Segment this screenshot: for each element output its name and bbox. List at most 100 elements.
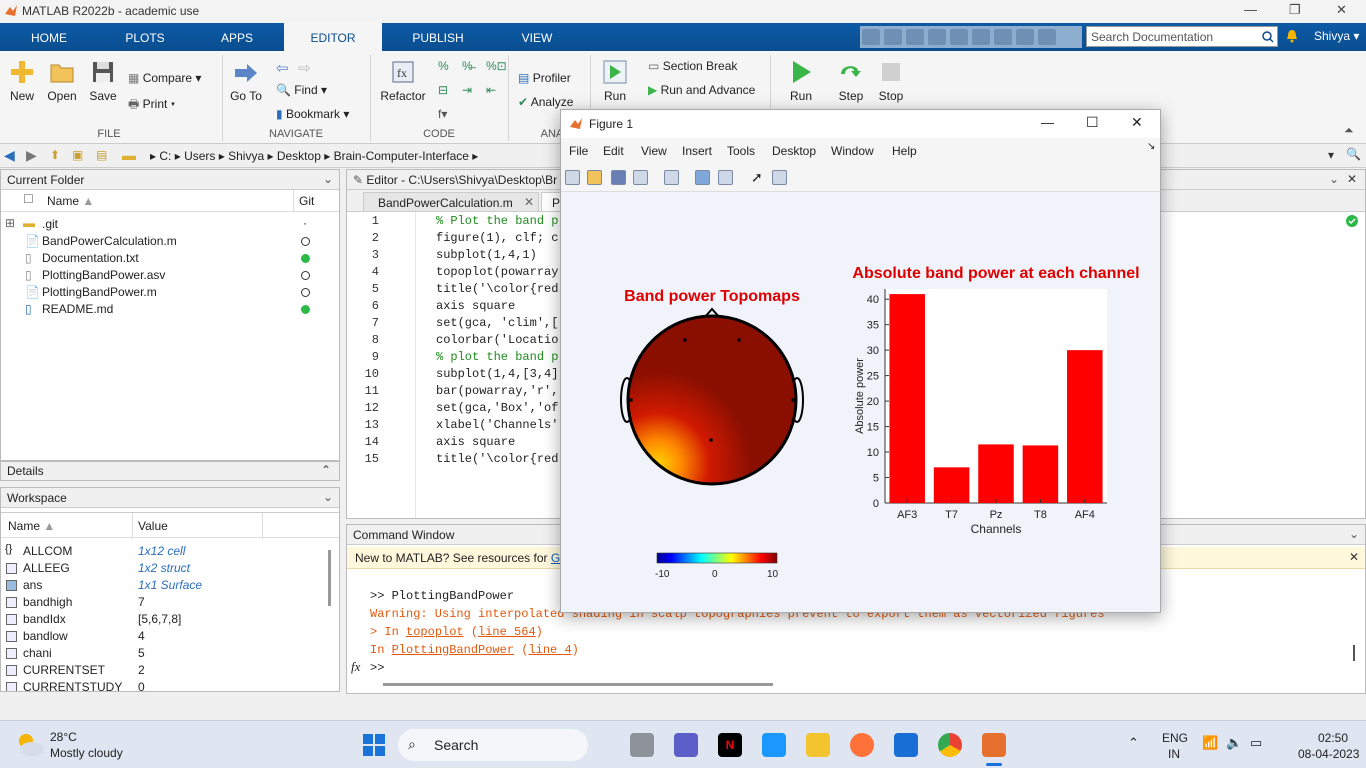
open-button[interactable]: Open [45, 59, 79, 103]
column-name[interactable]: Name ▲ [8, 519, 55, 533]
stack-function-link[interactable]: topoplot [406, 625, 464, 639]
stack-function-link[interactable]: PlottingBandPower [392, 643, 514, 657]
find-files-icon[interactable]: ▤ [96, 148, 107, 162]
language-label[interactable]: ENG [1162, 731, 1188, 745]
netflix-icon[interactable]: N [718, 733, 742, 757]
expand-icon[interactable]: ⊞ [5, 216, 15, 230]
fx-icon[interactable]: fx [351, 659, 360, 675]
cursor-pointer-icon[interactable]: ➚ [751, 169, 763, 186]
workspace-scrollbar[interactable] [328, 550, 331, 606]
maximize-icon[interactable]: ☐ [1086, 114, 1099, 131]
clock-time[interactable]: 02:50 [1318, 731, 1348, 745]
comment-add-icon[interactable]: %̶ [462, 59, 473, 73]
tab-home[interactable]: HOME [18, 23, 80, 51]
close-tab-icon[interactable]: ✕ [524, 195, 534, 209]
volume-icon[interactable]: 🔈 [1226, 735, 1242, 751]
minimize-icon[interactable]: — [1041, 115, 1054, 130]
property-inspector-icon[interactable] [772, 170, 787, 185]
run-section-button[interactable]: Run [598, 59, 632, 103]
tab-publish[interactable]: PUBLISH [402, 23, 474, 51]
firefox-icon[interactable] [850, 733, 874, 757]
list-item[interactable]: ▯ Documentation.txt [1, 250, 339, 267]
copy-icon[interactable] [906, 29, 924, 45]
stop-button[interactable]: Stop [874, 59, 908, 103]
compare-button[interactable]: ▦ Compare ▾ [128, 71, 201, 85]
table-row[interactable]: CURRENTSET 2 [1, 662, 327, 679]
breadcrumb-item[interactable]: Users [184, 149, 215, 163]
find-button[interactable]: 🔍 Find ▾ [276, 83, 327, 97]
menu-tools[interactable]: Tools [727, 144, 755, 158]
menu-file[interactable]: File [569, 144, 588, 158]
back-icon[interactable]: ◀ [4, 147, 15, 164]
file-explorer-icon[interactable] [806, 733, 830, 757]
table-row[interactable]: CURRENTSTUDY 0 [1, 679, 327, 691]
paste-icon[interactable] [928, 29, 946, 45]
new-button[interactable]: New [6, 59, 38, 103]
goto-button[interactable]: Go To [228, 61, 264, 103]
list-item[interactable]: 📄 BandPowerCalculation.m [1, 233, 339, 250]
breadcrumb-item[interactable]: C: [159, 149, 171, 163]
analyze-button[interactable]: ✔ Analyze [518, 95, 573, 109]
mail-icon[interactable] [894, 733, 918, 757]
tab-editor[interactable]: EDITOR [284, 23, 382, 51]
table-row[interactable]: {} ALLCOM 1x12 cell [1, 543, 327, 560]
print-button[interactable]: 🖶 Print ▾ [128, 95, 175, 116]
task-view-icon[interactable] [630, 733, 654, 757]
panel-menu-icon[interactable]: ⌄ [323, 490, 333, 504]
indent-icon[interactable]: ⇥ [462, 83, 472, 97]
table-row[interactable]: bandlow 4 [1, 628, 327, 645]
tab-view[interactable]: VIEW [508, 23, 566, 51]
close-icon[interactable]: ✕ [1131, 114, 1143, 131]
dock-icon[interactable]: ↘ [1147, 141, 1155, 152]
tray-overflow-icon[interactable]: ⌃ [1128, 735, 1139, 751]
menu-help[interactable]: Help [892, 144, 917, 158]
restore-icon[interactable]: ❐ [1289, 2, 1301, 18]
prime-video-icon[interactable] [762, 733, 786, 757]
battery-icon[interactable]: ▭ [1250, 735, 1262, 751]
command-prompt[interactable]: >> [370, 661, 384, 675]
menu-edit[interactable]: Edit [603, 144, 624, 158]
weather-temp[interactable]: 28°C [50, 730, 77, 744]
windows-start-icon[interactable] [362, 733, 386, 757]
panel-menu-icon[interactable]: ⌄ [1329, 172, 1339, 186]
panel-menu-icon[interactable]: ⌄ [1349, 527, 1359, 541]
menu-desktop[interactable]: Desktop [772, 144, 816, 158]
menu-window[interactable]: Window [831, 144, 874, 158]
list-item[interactable]: ▯ README.md [1, 301, 339, 318]
redo-icon[interactable] [972, 29, 990, 45]
breadcrumb-item[interactable]: Brain-Computer-Interface [334, 149, 469, 163]
menu-view[interactable]: View [641, 144, 667, 158]
bookmark-button[interactable]: ▮ Bookmark ▾ [276, 107, 349, 121]
open-file-icon[interactable] [587, 170, 602, 185]
unindent-icon[interactable]: ⇤ [486, 83, 496, 97]
save-figure-icon[interactable] [611, 170, 626, 185]
user-menu[interactable]: Shivya ▾ [1314, 29, 1359, 43]
stack-line-link[interactable]: line 564 [478, 625, 536, 639]
teams-icon[interactable] [674, 733, 698, 757]
table-row[interactable]: chani 5 [1, 645, 327, 662]
step-button[interactable]: Step [834, 59, 868, 103]
details-panel[interactable]: Details ⌃ [0, 461, 340, 481]
wrap-comments-icon[interactable]: %⊡ [486, 59, 507, 73]
dropdown-icon[interactable] [1038, 29, 1056, 45]
code-options-icon[interactable]: f▾ [438, 107, 447, 121]
forward-icon[interactable]: ▶ [26, 147, 37, 164]
close-icon[interactable]: ✕ [1336, 2, 1347, 18]
help-icon[interactable] [1016, 29, 1034, 45]
forward-arrow-icon[interactable]: ⇨ [298, 59, 311, 77]
search-icon[interactable] [1262, 31, 1274, 43]
menu-insert[interactable]: Insert [682, 144, 712, 158]
horizontal-scrollbar[interactable] [383, 683, 773, 686]
table-row[interactable]: ALLEEG 1x2 struct [1, 560, 327, 577]
list-item[interactable]: ⊞ ▬ .git · [1, 216, 339, 233]
print-figure-icon[interactable] [633, 170, 648, 185]
panel-menu-icon[interactable]: ⌄ [323, 172, 333, 186]
refactor-button[interactable]: fx Refactor [378, 59, 428, 103]
undo-icon[interactable] [950, 29, 968, 45]
vertical-scrollbar[interactable] [1353, 645, 1355, 661]
tab-bandpowercalculation[interactable]: BandPowerCalculation.m ✕ [363, 192, 539, 212]
tab-apps[interactable]: APPS [210, 23, 264, 51]
table-row[interactable]: bandhigh 7 [1, 594, 327, 611]
address-dropdown-icon[interactable]: ▾ [1328, 148, 1334, 162]
browse-folder-icon[interactable]: ▣ [72, 148, 83, 162]
